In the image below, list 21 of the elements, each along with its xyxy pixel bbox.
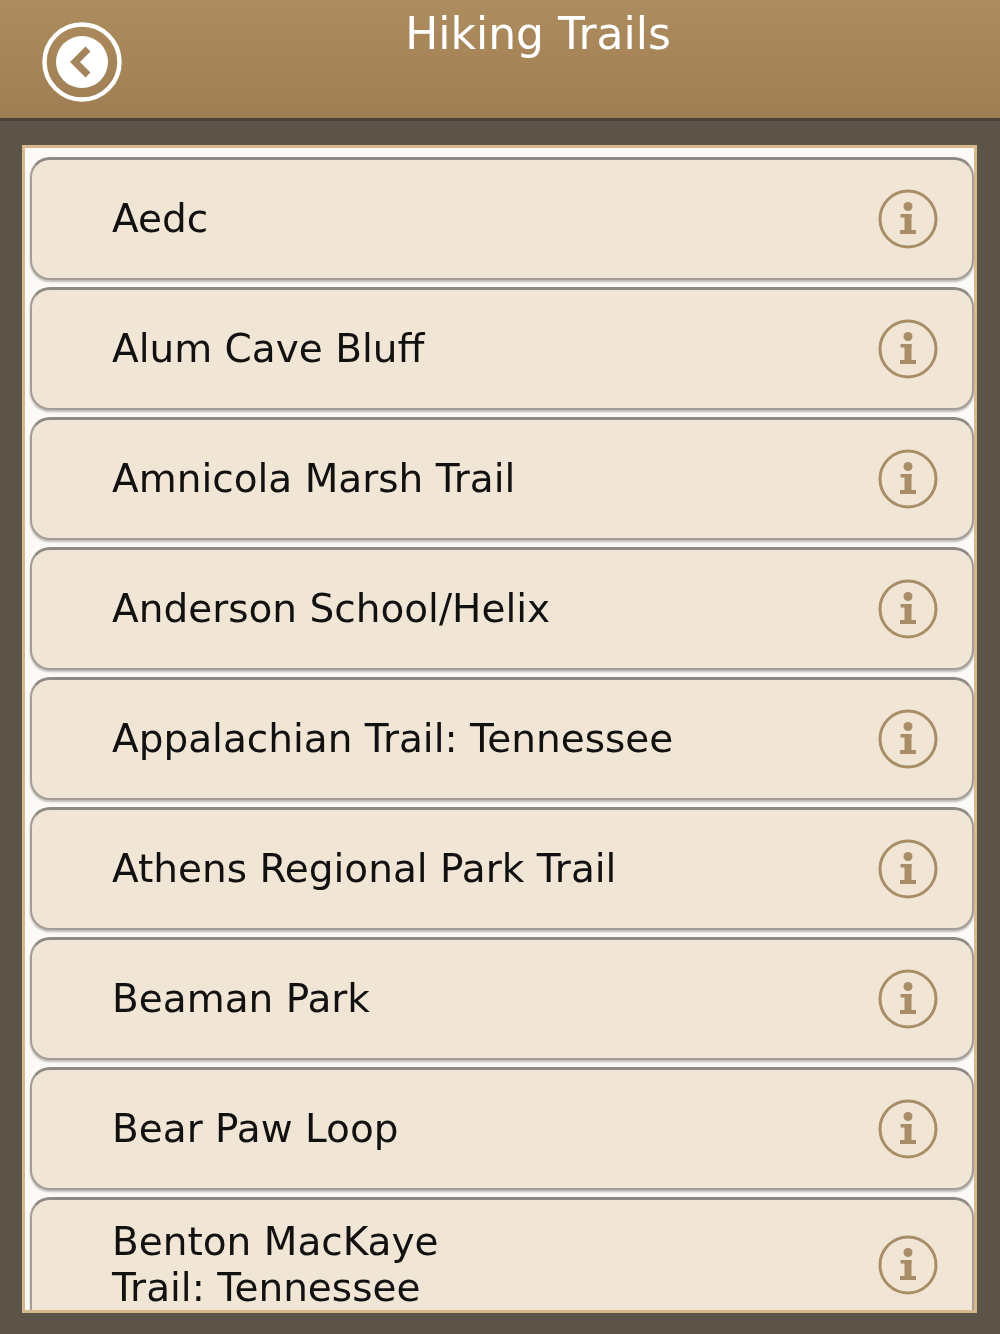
info-icon[interactable]	[878, 449, 938, 509]
trail-list-item[interactable]: Alum Cave Bluff	[30, 287, 974, 410]
back-button[interactable]	[42, 22, 122, 102]
info-icon[interactable]	[878, 189, 938, 249]
info-icon[interactable]	[878, 1235, 938, 1295]
trail-list-item[interactable]: Beaman Park	[30, 937, 974, 1060]
trail-list-item[interactable]: Amnicola Marsh Trail	[30, 417, 974, 540]
info-icon[interactable]	[878, 709, 938, 769]
trail-list-item[interactable]: Appalachian Trail: Tennessee	[30, 677, 974, 800]
info-icon[interactable]	[878, 1099, 938, 1159]
trail-list-item[interactable]: Bear Paw Loop	[30, 1067, 974, 1190]
trail-list-item[interactable]: Anderson School/Helix	[30, 547, 974, 670]
back-icon	[42, 22, 122, 102]
trail-list-item[interactable]: Aedc	[30, 157, 974, 280]
info-icon[interactable]	[878, 579, 938, 639]
info-icon[interactable]	[878, 839, 938, 899]
info-icon[interactable]	[878, 319, 938, 379]
screen-title: Hiking Trails	[404, 12, 672, 56]
info-icon[interactable]	[878, 969, 938, 1029]
trail-list-item[interactable]: Benton MacKaye Trail: Tennessee	[30, 1197, 974, 1310]
trail-list-item[interactable]: Athens Regional Park Trail	[30, 807, 974, 930]
